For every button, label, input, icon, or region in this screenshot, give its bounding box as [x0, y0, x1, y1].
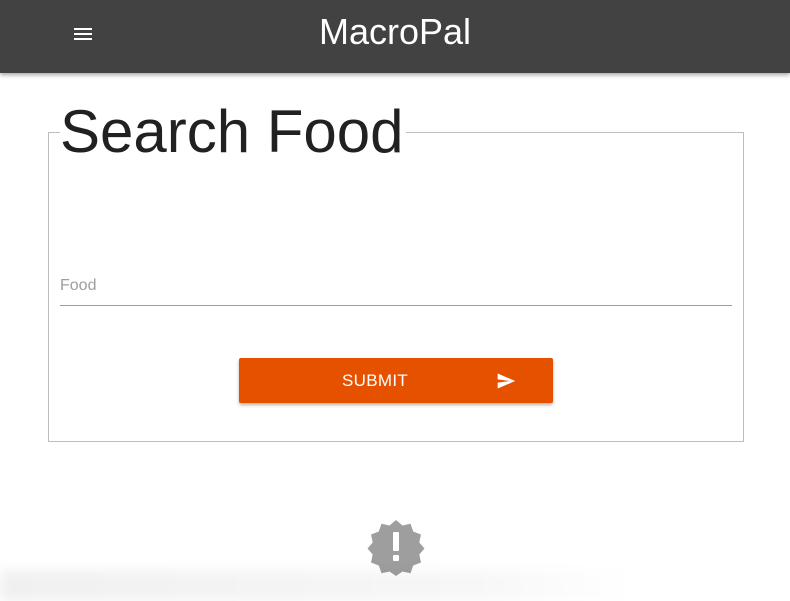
submit-label: SUBMIT [342, 371, 409, 390]
app-bar: MacroPal [0, 0, 790, 73]
food-field [60, 266, 732, 306]
alert-badge-icon [367, 520, 425, 576]
submit-button[interactable]: SUBMIT [239, 358, 553, 403]
send-icon [497, 373, 516, 389]
search-food-legend: Search Food [60, 96, 406, 168]
food-input[interactable] [60, 266, 732, 306]
app-title: MacroPal [318, 11, 472, 52]
